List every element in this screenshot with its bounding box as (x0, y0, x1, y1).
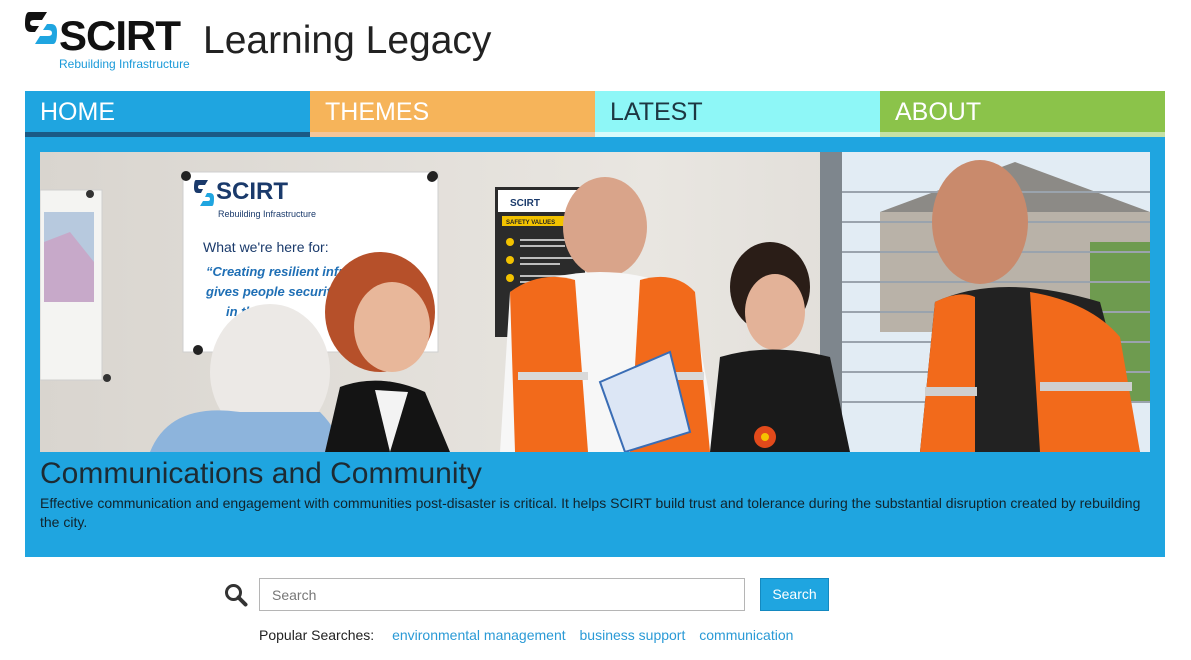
nav-themes-label: THEMES (325, 98, 430, 126)
nav-latest-label: LATEST (610, 98, 703, 126)
search-input[interactable] (259, 578, 745, 611)
nav-home[interactable]: HOME (25, 91, 310, 137)
main-nav: HOME THEMES LATEST ABOUT (25, 91, 1165, 137)
popular-link-business-support[interactable]: business support (580, 627, 686, 643)
nav-themes[interactable]: THEMES (310, 91, 595, 137)
popular-link-communication[interactable]: communication (699, 627, 793, 643)
popular-link-environmental-management[interactable]: environmental management (392, 627, 566, 643)
board-heading-text: SAFETY VALUES (506, 220, 555, 226)
search-icon[interactable] (224, 583, 248, 607)
poster-heading-text: What we're here for: (203, 239, 329, 255)
poster-quote-line-1: “Creating resilient infra (206, 264, 350, 279)
logo-tagline: Rebuilding Infrastructure (59, 57, 190, 71)
board-logo-text: SCIRT (510, 198, 540, 209)
popular-searches-label: Popular Searches: (259, 627, 375, 643)
nav-latest[interactable]: LATEST (595, 91, 880, 137)
hero-photo: SCIRT Rebuilding Infrastructure What we'… (40, 152, 1150, 452)
poster-logo-text: SCIRT (216, 178, 288, 205)
hero-panel: SCIRT Rebuilding Infrastructure What we'… (25, 137, 1165, 557)
logo-wordmark: SCIRT (59, 12, 181, 59)
scirt-swoosh-icon (25, 12, 57, 44)
popular-searches: Popular Searches: environmental manageme… (259, 627, 793, 643)
site-title: Learning Legacy (203, 19, 492, 62)
hero-description: Effective communication and engagement w… (40, 495, 1141, 530)
hero-title: Communications and Community (40, 457, 482, 490)
scirt-logo[interactable]: SCIRT Rebuilding Infrastructure (25, 10, 195, 72)
nav-about[interactable]: ABOUT (880, 91, 1165, 137)
poster-tagline-text: Rebuilding Infrastructure (218, 209, 316, 219)
nav-about-label: ABOUT (895, 98, 982, 126)
nav-home-label: HOME (40, 98, 115, 126)
hero-photo-illustration: SCIRT Rebuilding Infrastructure What we'… (40, 152, 1150, 452)
search-button[interactable]: Search (760, 578, 829, 611)
